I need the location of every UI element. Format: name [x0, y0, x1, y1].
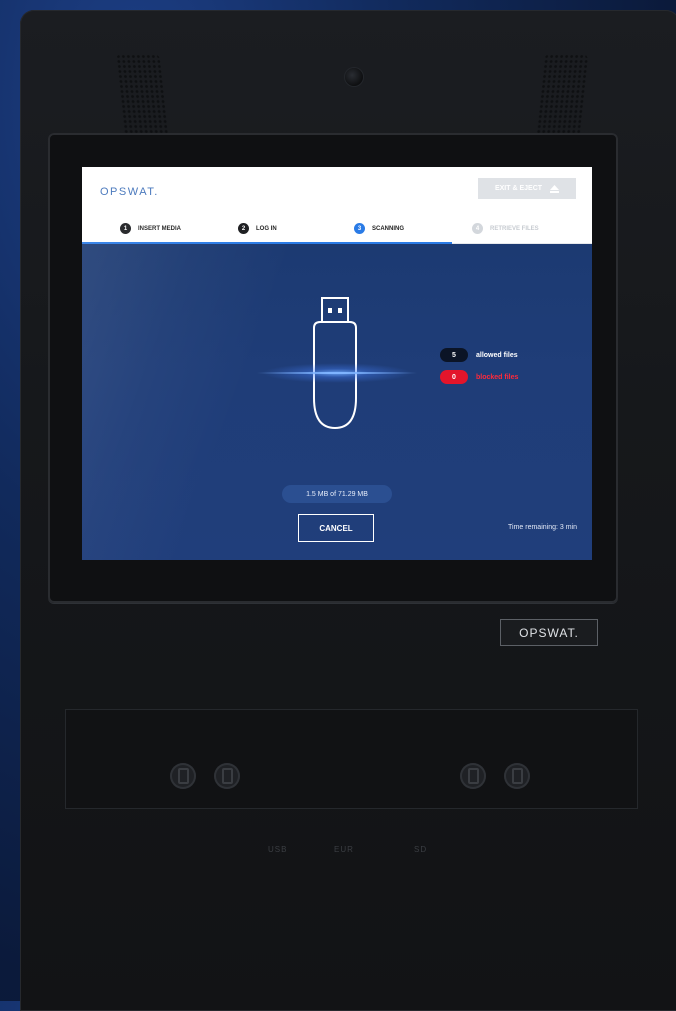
allowed-files-row: 5 allowed files [440, 348, 518, 362]
app-logo: OPSWAT. [100, 186, 159, 198]
step-insert-media: 1 INSERT MEDIA [120, 223, 181, 234]
card-slot-icon[interactable] [214, 763, 240, 789]
step-log-in: 2 LOG IN [238, 223, 277, 234]
card-slot-icon[interactable] [170, 763, 196, 789]
scan-line [257, 372, 417, 374]
step-indicator: 1 INSERT MEDIA 2 LOG IN 3 SCANNING 4 RET… [82, 211, 592, 244]
speaker-grille-right [535, 54, 589, 138]
allowed-count-badge: 5 [440, 348, 468, 362]
camera-lens [345, 68, 363, 86]
blocked-files-row: 0 blocked files [440, 370, 518, 384]
step-number: 3 [354, 223, 365, 234]
step-label: LOG IN [256, 225, 277, 232]
step-label: RETRIEVE FILES [490, 225, 539, 232]
blocked-files-label: blocked files [476, 373, 519, 381]
step-label: INSERT MEDIA [138, 225, 182, 232]
step-scanning: 3 SCANNING [354, 223, 404, 234]
scan-panel: 5 allowed files 0 blocked files 1.5 MB o… [82, 244, 592, 560]
time-remaining: Time remaining: 3 min [508, 524, 577, 531]
port-label-eur: EUR [334, 845, 354, 854]
blocked-count-badge: 0 [440, 370, 468, 384]
eject-icon [550, 184, 560, 193]
kiosk-screen: OPSWAT. EXIT & EJECT 1 INSERT MEDIA 2 LO… [82, 167, 592, 560]
cancel-button[interactable]: CANCEL [298, 514, 374, 542]
allowed-files-label: allowed files [476, 351, 518, 359]
step-retrieve-files: 4 RETRIEVE FILES [472, 223, 539, 234]
card-slot-icon[interactable] [504, 763, 530, 789]
port-label-sd: SD [414, 845, 428, 854]
app-header: OPSWAT. EXIT & EJECT [82, 167, 592, 211]
port-label-usb: USB [268, 845, 288, 854]
step-number: 4 [472, 223, 483, 234]
exit-eject-label: EXIT & EJECT [494, 185, 543, 192]
file-counts: 5 allowed files 0 blocked files [440, 348, 518, 392]
step-label: SCANNING [372, 225, 405, 232]
step-number: 1 [120, 223, 131, 234]
exit-eject-button[interactable]: EXIT & EJECT [478, 178, 576, 199]
step-number: 2 [238, 223, 249, 234]
speaker-grille-left [115, 54, 169, 138]
card-slot-icon[interactable] [460, 763, 486, 789]
media-tray [65, 709, 638, 809]
brand-plate: OPSWAT. [500, 619, 598, 646]
scan-progress-badge: 1.5 MB of 71.29 MB [282, 485, 392, 503]
